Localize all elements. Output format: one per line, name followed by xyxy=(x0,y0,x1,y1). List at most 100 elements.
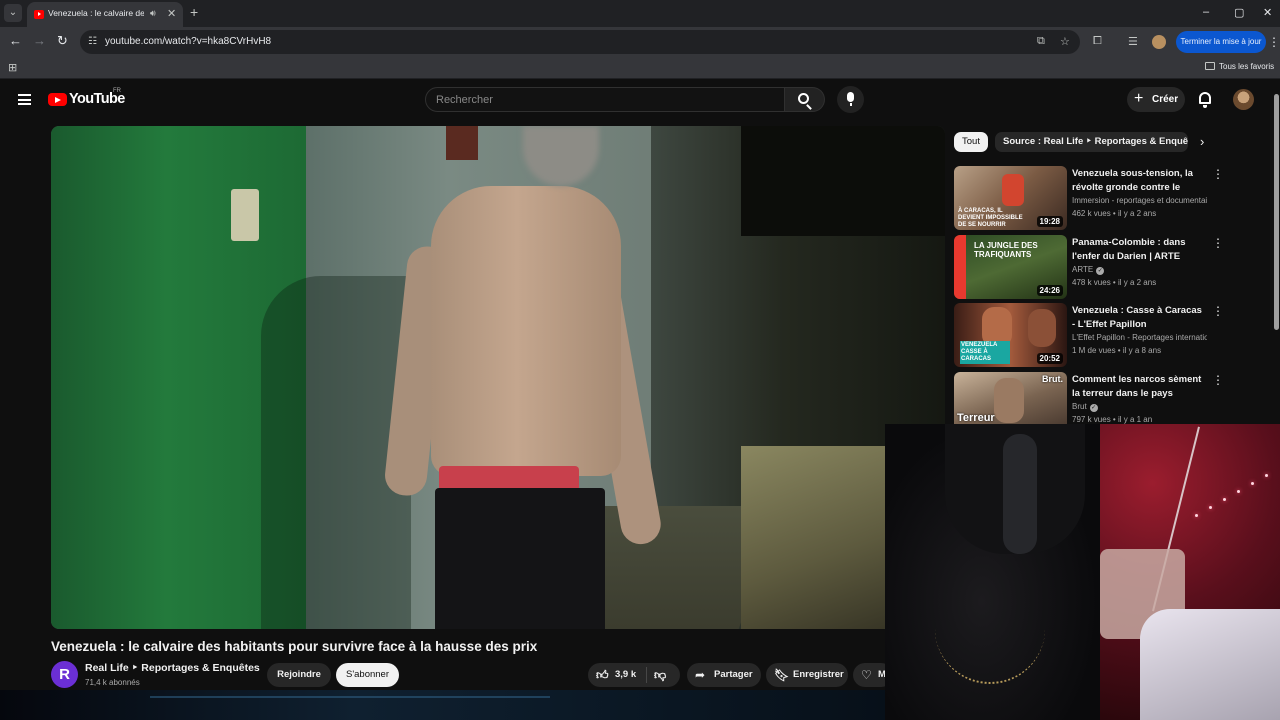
chevron-right-icon[interactable]: › xyxy=(1200,134,1204,149)
youtube-logo-icon[interactable] xyxy=(48,93,67,106)
all-bookmarks-label: Tous les favoris xyxy=(1219,62,1275,71)
menu-hamburger-icon[interactable] xyxy=(18,94,31,105)
video-player[interactable] xyxy=(51,126,945,629)
account-avatar[interactable] xyxy=(1233,89,1254,110)
country-code: FR xyxy=(113,88,121,94)
recommendation-thumbnail[interactable]: À CARACAS, IL DEVIENT IMPOSSIBLE DE SE N… xyxy=(954,166,1067,230)
video-duration: 20:52 xyxy=(1036,353,1063,364)
profile-avatar[interactable] xyxy=(1152,35,1166,49)
install-app-icon[interactable]: ⧉ xyxy=(1037,35,1045,48)
video-scene-dark-ceiling xyxy=(741,126,945,236)
bookmark-star-icon[interactable]: ☆ xyxy=(1060,35,1070,48)
subscribe-button[interactable]: S'abonner xyxy=(336,663,399,687)
browser-menu-icon[interactable]: ⋮ xyxy=(1268,35,1280,49)
more-actions-icon[interactable]: ⋮ xyxy=(1212,167,1224,181)
address-bar[interactable]: ☷ youtube.com/watch?v=hka8CVrHvH8 ⧉ ☆ xyxy=(80,30,1080,54)
arte-logo-strip xyxy=(954,235,966,299)
recommendation-item[interactable]: LA JUNGLE DES TRAFIQUANTS 24:26 Panama-C… xyxy=(954,235,1229,299)
more-actions-icon[interactable]: ⋮ xyxy=(1212,236,1224,250)
webcam-pillow xyxy=(1140,609,1280,720)
like-count[interactable]: 3,9 k xyxy=(615,663,636,687)
folder-icon xyxy=(1205,62,1215,70)
reload-icon[interactable]: ↻ xyxy=(57,34,68,48)
forward-arrow-icon[interactable]: → xyxy=(33,34,46,48)
extensions-puzzle-icon[interactable]: ⧠ xyxy=(1093,35,1102,48)
like-divider xyxy=(646,667,647,683)
channel-label: ARTE xyxy=(1072,265,1094,274)
recommendation-title[interactable]: Venezuela sous-tension, la révolte grond… xyxy=(1072,167,1207,195)
minimize-button[interactable]: – xyxy=(1203,6,1209,18)
share-button[interactable]: ➦ Partager xyxy=(687,663,761,687)
recommendation-thumbnail[interactable]: Brut. Terreur xyxy=(954,372,1067,424)
verified-check-icon: ✓ xyxy=(1089,404,1098,412)
close-window-button[interactable]: ✕ xyxy=(1263,6,1272,19)
upload-age: il y a 1 an xyxy=(1117,415,1153,424)
thumb-caption: Terreur xyxy=(957,412,995,424)
url-text[interactable]: youtube.com/watch?v=hka8CVrHvH8 xyxy=(105,36,271,47)
search-input[interactable]: Rechercher xyxy=(425,87,785,112)
search-button[interactable] xyxy=(785,87,825,112)
more-actions-icon[interactable]: ⋮ xyxy=(1212,304,1224,318)
recommendation-title[interactable]: Panama-Colombie : dans l'enfer du Darien… xyxy=(1072,236,1207,264)
search-placeholder: Rechercher xyxy=(436,94,493,106)
view-count: 462 k vues xyxy=(1072,209,1111,218)
thumb-figure xyxy=(1002,174,1024,206)
recommendation-thumbnail[interactable]: VENEZUELA CASSE À CARACAS 20:52 xyxy=(954,303,1067,367)
create-button[interactable]: + Créer xyxy=(1127,87,1185,112)
chip-all[interactable]: Tout xyxy=(954,132,988,152)
all-bookmarks-button[interactable]: Tous les favoris xyxy=(1205,62,1274,71)
heart-dollar-icon: ♡ xyxy=(861,668,872,682)
brut-logo: Brut. xyxy=(1042,374,1063,384)
active-tab[interactable]: Venezuela : le calvaire des h 🔊︎ ✕ xyxy=(27,2,183,27)
recommendation-channel[interactable]: Brut ✓ xyxy=(1072,402,1207,412)
apps-grid-icon[interactable]: ⊞ xyxy=(8,61,17,74)
thumb-caption: LA JUNGLE DES TRAFIQUANTS xyxy=(974,241,1038,259)
site-info-icon[interactable]: ☷ xyxy=(88,36,97,47)
thumb-caption: VENEZUELA CASSE À CARACAS xyxy=(960,341,1010,364)
video-scene-pants xyxy=(435,488,605,629)
recommendation-channel[interactable]: ARTE ✓ xyxy=(1072,265,1207,275)
page-scrollbar[interactable] xyxy=(1274,94,1279,330)
recommendation-channel[interactable]: Immersion - reportages et documentair... xyxy=(1072,196,1207,205)
browser-tabstrip: ⌄ Venezuela : le calvaire des h 🔊︎ ✕ + –… xyxy=(0,0,1280,27)
browser-toolbar: ← → ↻ ☷ youtube.com/watch?v=hka8CVrHvH8 … xyxy=(0,27,1280,57)
youtube-favicon-icon xyxy=(34,10,44,19)
recommendation-item[interactable]: VENEZUELA CASSE À CARACAS 20:52 Venezuel… xyxy=(954,303,1229,367)
recommendation-channel[interactable]: L'Effet Papillon - Reportages internatio… xyxy=(1072,333,1207,342)
recommendation-meta: 462 k vues • il y a 2 ans xyxy=(1072,209,1157,218)
recommendation-meta: 1 M de vues • il y a 8 ans xyxy=(1072,346,1162,355)
search-icon xyxy=(798,93,809,104)
webcam-headphones xyxy=(1003,434,1037,554)
like-thumb-icon[interactable]: 👍︎ xyxy=(596,663,609,687)
view-count: 1 M de vues xyxy=(1072,346,1116,355)
notifications-bell-icon[interactable] xyxy=(1199,92,1211,108)
microphone-icon xyxy=(847,92,854,106)
more-actions-icon[interactable]: ⋮ xyxy=(1212,373,1224,387)
new-tab-button[interactable]: + xyxy=(190,5,198,19)
video-scene-light-switch xyxy=(231,189,259,241)
recommendation-meta: 478 k vues • il y a 2 ans xyxy=(1072,278,1157,287)
reading-list-icon[interactable]: ☰ xyxy=(1128,35,1138,48)
share-arrow-icon: ➦ xyxy=(695,668,706,682)
recommendation-thumbnail[interactable]: LA JUNGLE DES TRAFIQUANTS 24:26 xyxy=(954,235,1067,299)
voice-search-button[interactable] xyxy=(837,86,864,113)
recommendation-item[interactable]: Brut. Terreur Comment les narcos sèment … xyxy=(954,372,1229,424)
webcam-overlay xyxy=(885,424,1280,720)
recommendation-title[interactable]: Comment les narcos sèment la terreur dan… xyxy=(1072,373,1207,401)
tab-audio-icon[interactable]: 🔊︎ xyxy=(150,8,156,19)
join-button[interactable]: Rejoindre xyxy=(267,663,331,687)
dislike-thumb-icon[interactable]: 👎︎ xyxy=(654,663,666,687)
video-duration: 24:26 xyxy=(1036,285,1063,296)
back-arrow-icon[interactable]: ← xyxy=(9,34,22,48)
tab-search-chevron-icon[interactable]: ⌄ xyxy=(4,4,22,22)
tab-close-icon[interactable]: ✕ xyxy=(167,7,176,20)
update-browser-button[interactable]: Terminer la mise à jour xyxy=(1176,31,1266,53)
upload-age: il y a 8 ans xyxy=(1122,346,1162,355)
save-button[interactable]: 🔖︎ Enregistrer xyxy=(766,663,848,687)
channel-name[interactable]: Real Life ‣ Reportages & Enquêtes xyxy=(85,662,260,674)
recommendation-item[interactable]: À CARACAS, IL DEVIENT IMPOSSIBLE DE SE N… xyxy=(954,166,1229,230)
channel-avatar[interactable]: R xyxy=(51,661,78,688)
maximize-button[interactable]: ▢ xyxy=(1234,6,1244,19)
recommendation-title[interactable]: Venezuela : Casse à Caracas - L'Effet Pa… xyxy=(1072,304,1207,332)
chip-source[interactable]: Source : Real Life ‣ Reportages & Enquêt… xyxy=(995,132,1188,152)
